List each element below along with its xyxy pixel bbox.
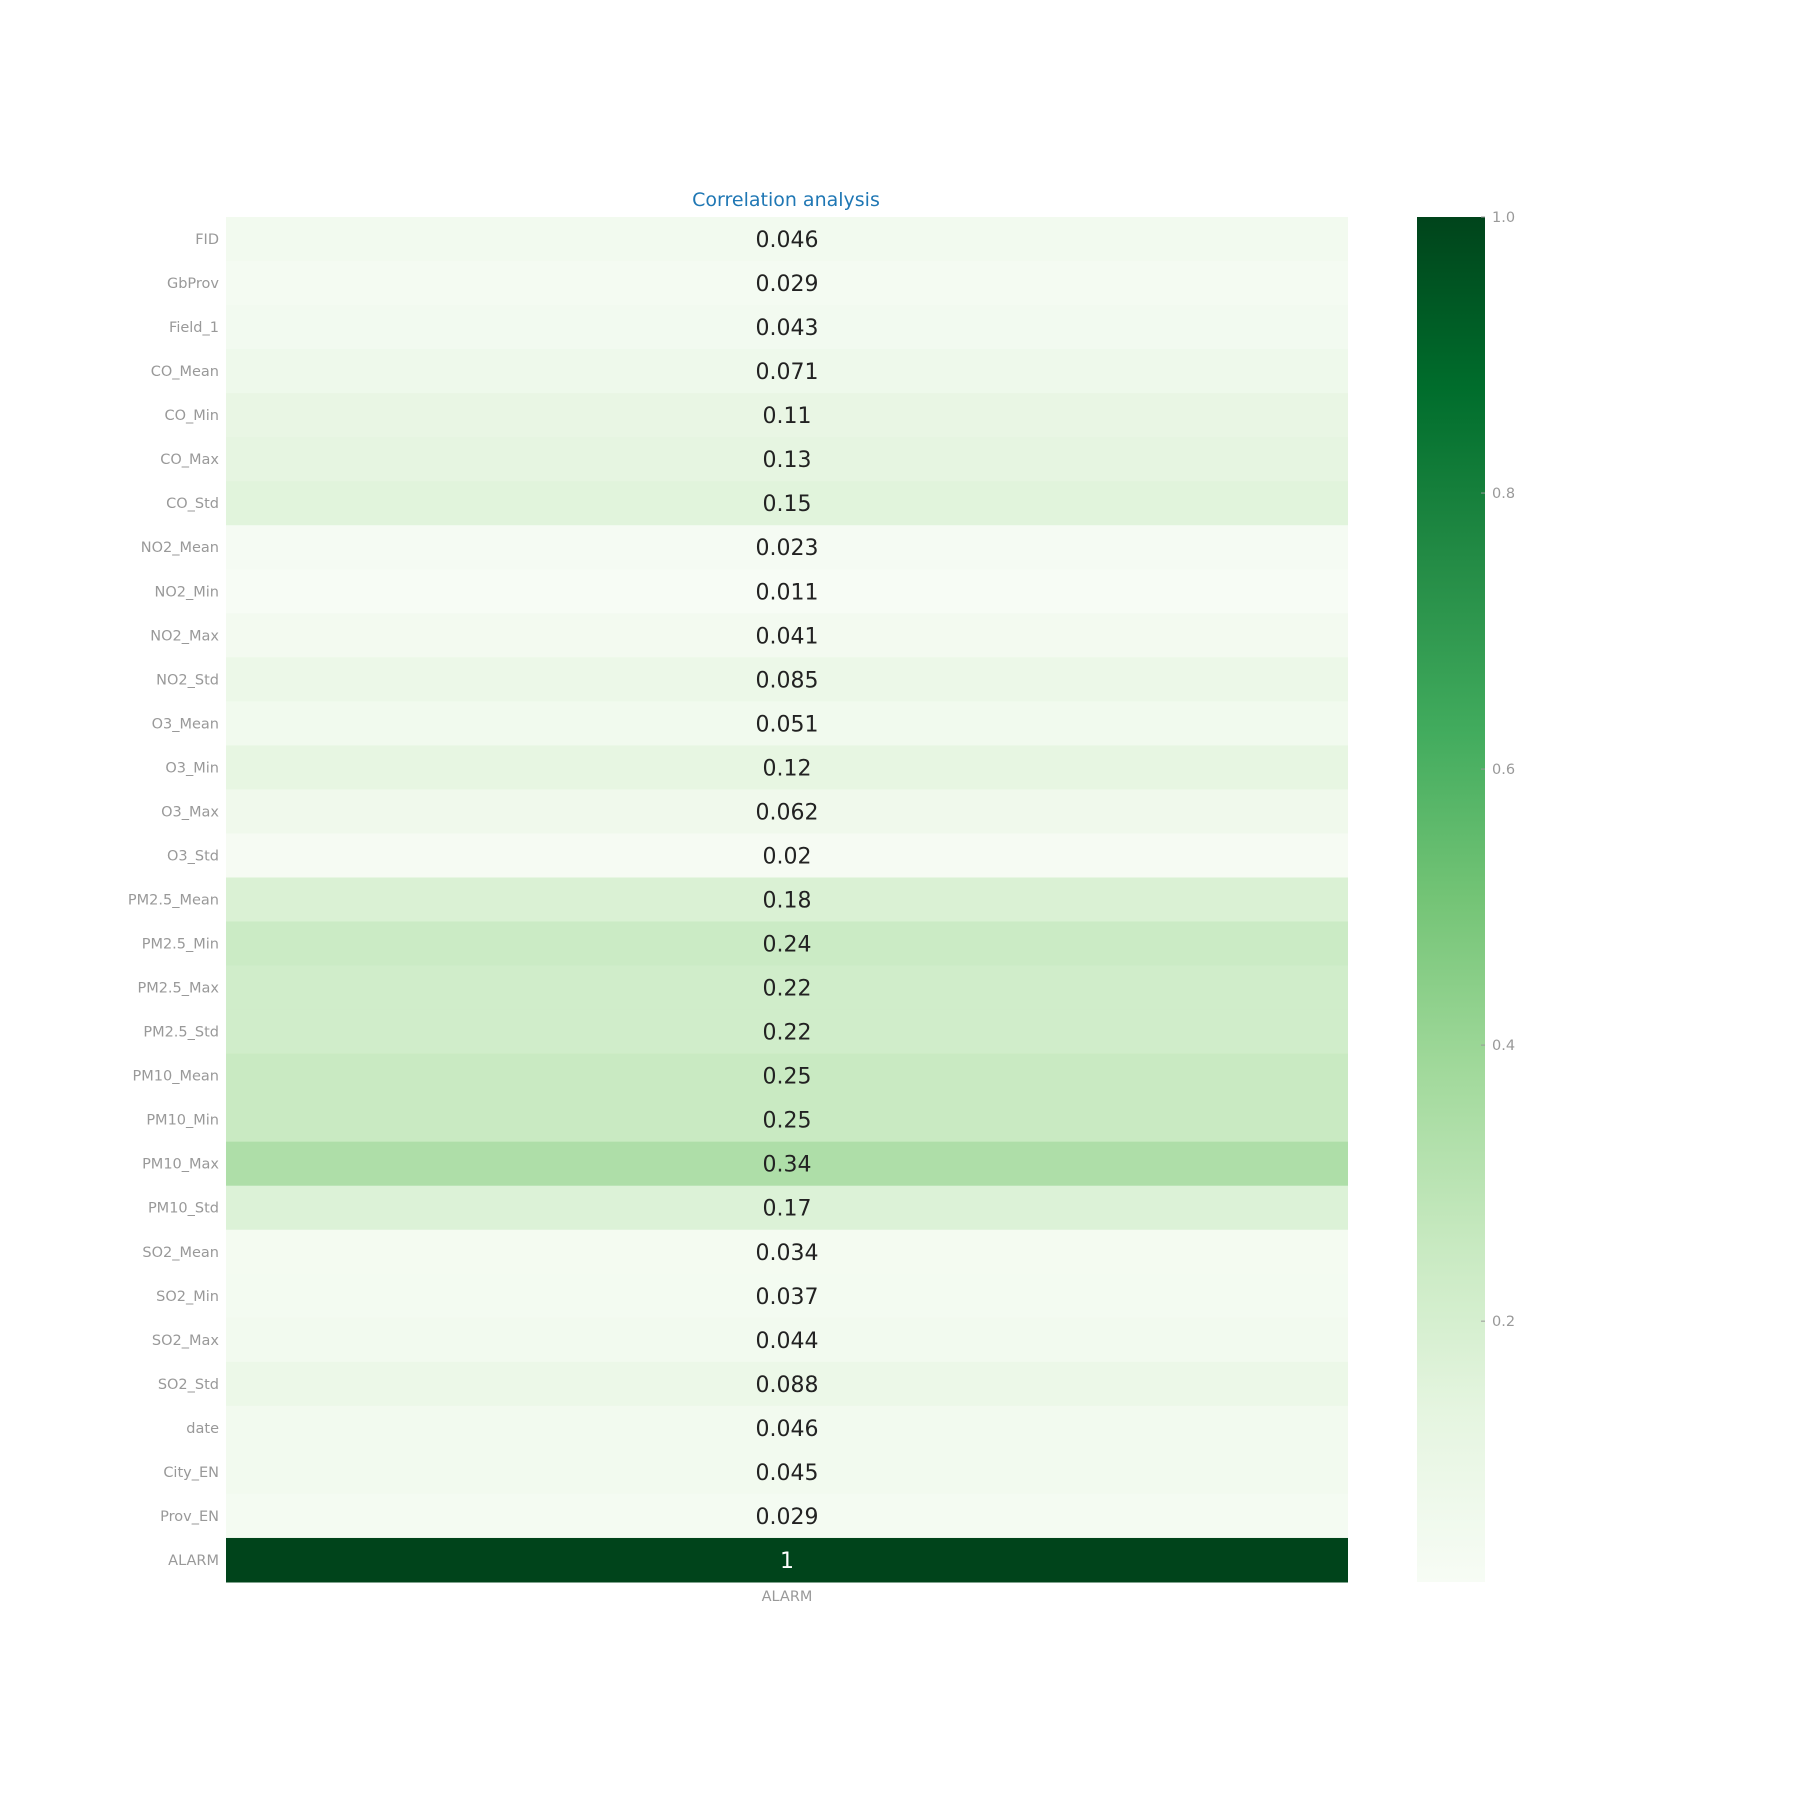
cell-value-label: 0.25 [763,1109,812,1134]
colorbar-tick-label: 0.2 [1492,1314,1515,1330]
cell-value-label: 0.029 [756,272,819,297]
cell-value-label: 0.071 [756,360,819,385]
cell-value-label: 0.046 [756,228,819,253]
y-tick-label: PM10_Min [146,1113,219,1129]
colorbar-tick-label: 1.0 [1492,210,1515,226]
y-tick-label: PM2.5_Std [143,1025,219,1041]
cell-value-label: 0.11 [763,404,812,429]
y-tick-label: CO_Std [166,496,219,512]
y-axis-labels: FID GbProv Field_1 CO_Mean CO_Min CO_Max CO_St… [128,232,219,1569]
y-tick-label: O3_Min [165,760,219,776]
y-tick-label: NO2_Std [156,672,219,688]
cell-value-label: 0.044 [756,1329,819,1354]
cell-value-label: 0.12 [763,756,812,781]
cell-value-label: 0.13 [763,448,812,473]
heatmap-cells: 0.046 0.029 0.043 0.071 0.11 0.13 0.15 0.023 0.0… [226,217,1348,1583]
cell-value-label: 0.15 [763,492,812,517]
y-tick-label: PM2.5_Mean [128,893,219,909]
y-tick-label: NO2_Min [155,584,219,600]
cell-value-label: 1 [780,1549,794,1574]
cell-value-label: 0.046 [756,1417,819,1442]
y-tick-label: O3_Max [161,804,219,820]
y-tick-label: Prov_EN [160,1509,219,1525]
cell-value-label: 0.037 [756,1285,819,1310]
y-tick-label: CO_Min [164,408,219,424]
y-tick-label: CO_Mean [151,364,219,380]
cell-value-label: 0.085 [756,668,819,693]
y-tick-label: PM2.5_Min [142,937,219,953]
y-tick-label: FID [195,232,219,248]
cell-value-label: 0.011 [756,580,819,605]
cell-value-label: 0.22 [763,977,812,1002]
cell-value-label: 0.02 [763,844,812,869]
x-axis-labels: ALARM [762,1589,813,1605]
y-tick-label: PM10_Max [142,1157,219,1173]
y-tick-label: O3_Mean [152,716,219,732]
cell-value-label: 0.051 [756,712,819,737]
y-tick-label: PM10_Std [148,1201,219,1217]
colorbar-tick-label: 0.6 [1492,762,1515,778]
y-tick-label: ALARM [168,1553,219,1569]
cell-value-label: 0.088 [756,1373,819,1398]
cell-value-label: 0.34 [763,1153,812,1178]
y-tick-label: City_EN [163,1465,219,1481]
cell-value-label: 0.023 [756,536,819,561]
cell-value-label: 0.034 [756,1241,819,1266]
colorbar-tick-label: 0.4 [1492,1038,1515,1054]
y-tick-label: CO_Max [160,452,219,468]
cell-value-label: 0.24 [763,933,812,958]
cell-value-label: 0.062 [756,800,819,825]
y-tick-label: O3_Std [167,848,219,864]
y-tick-label: SO2_Min [156,1289,219,1305]
x-tick-label: ALARM [762,1589,813,1605]
y-tick-label: SO2_Mean [142,1245,219,1261]
y-tick-label: Field_1 [169,320,219,336]
cell-value-label: 0.045 [756,1461,819,1486]
cell-value-label: 0.041 [756,624,819,649]
y-tick-label: PM2.5_Max [137,981,219,997]
cell-value-label: 0.17 [763,1197,812,1222]
y-tick-label: date [186,1421,219,1437]
cell-value-label: 0.18 [763,889,812,914]
colorbar-tick-label: 0.8 [1492,486,1515,502]
y-tick-label: SO2_Max [152,1333,219,1349]
chart-title: Correlation analysis [692,189,880,211]
correlation-heatmap: Correlation analysis 0.046 0.029 0.043 0.07… [128,189,1515,1605]
y-tick-label: NO2_Mean [141,540,219,556]
cell-value-label: 0.22 [763,1021,812,1046]
y-tick-label: GbProv [167,276,219,292]
colorbar: 1.0 0.8 0.6 0.4 0.2 [1417,210,1515,1582]
colorbar-gradient [1417,217,1485,1582]
cell-value-label: 0.25 [763,1065,812,1090]
y-tick-label: SO2_Std [158,1377,219,1393]
y-tick-label: PM10_Mean [133,1069,219,1085]
cell-value-label: 0.029 [756,1505,819,1530]
y-tick-label: NO2_Max [150,628,219,644]
cell-value-label: 0.043 [756,316,819,341]
